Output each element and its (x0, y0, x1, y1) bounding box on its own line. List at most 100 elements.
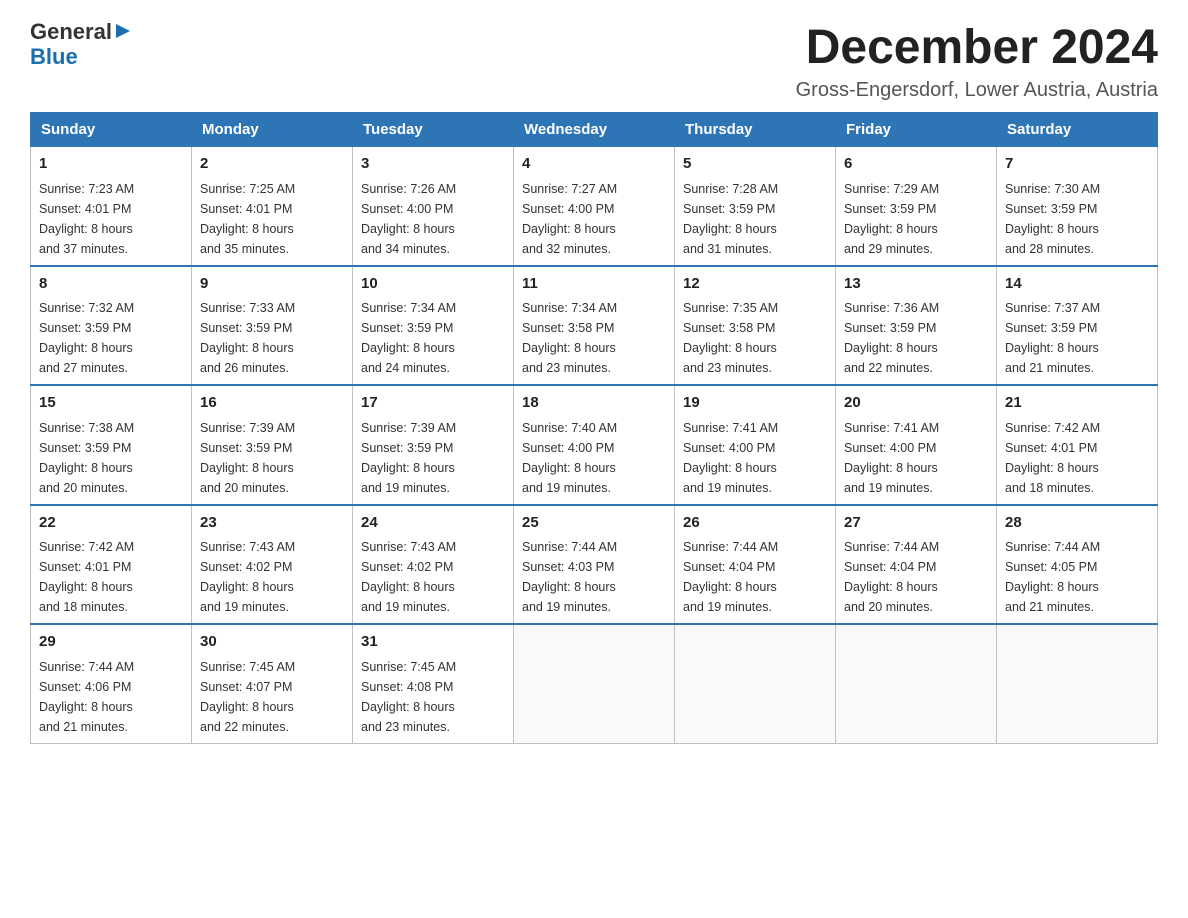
day-info: Sunrise: 7:41 AM Sunset: 4:00 PM Dayligh… (844, 418, 988, 498)
calendar-week-row: 8 Sunrise: 7:32 AM Sunset: 3:59 PM Dayli… (31, 266, 1158, 386)
day-number: 11 (522, 273, 666, 296)
day-info: Sunrise: 7:43 AM Sunset: 4:02 PM Dayligh… (361, 537, 505, 617)
day-number: 22 (39, 512, 183, 535)
day-info: Sunrise: 7:38 AM Sunset: 3:59 PM Dayligh… (39, 418, 183, 498)
day-number: 17 (361, 392, 505, 415)
table-row: 19 Sunrise: 7:41 AM Sunset: 4:00 PM Dayl… (675, 385, 836, 505)
day-number: 24 (361, 512, 505, 535)
day-number: 12 (683, 273, 827, 296)
table-row: 14 Sunrise: 7:37 AM Sunset: 3:59 PM Dayl… (997, 266, 1158, 386)
day-number: 9 (200, 273, 344, 296)
day-number: 26 (683, 512, 827, 535)
calendar-week-row: 29 Sunrise: 7:44 AM Sunset: 4:06 PM Dayl… (31, 624, 1158, 743)
day-info: Sunrise: 7:41 AM Sunset: 4:00 PM Dayligh… (683, 418, 827, 498)
title-block: December 2024 Gross-Engersdorf, Lower Au… (796, 20, 1158, 102)
day-info: Sunrise: 7:45 AM Sunset: 4:07 PM Dayligh… (200, 657, 344, 737)
day-info: Sunrise: 7:43 AM Sunset: 4:02 PM Dayligh… (200, 537, 344, 617)
table-row: 20 Sunrise: 7:41 AM Sunset: 4:00 PM Dayl… (836, 385, 997, 505)
day-info: Sunrise: 7:25 AM Sunset: 4:01 PM Dayligh… (200, 179, 344, 259)
day-info: Sunrise: 7:39 AM Sunset: 3:59 PM Dayligh… (200, 418, 344, 498)
table-row: 8 Sunrise: 7:32 AM Sunset: 3:59 PM Dayli… (31, 266, 192, 386)
calendar-week-row: 22 Sunrise: 7:42 AM Sunset: 4:01 PM Dayl… (31, 505, 1158, 625)
table-row: 22 Sunrise: 7:42 AM Sunset: 4:01 PM Dayl… (31, 505, 192, 625)
table-row: 5 Sunrise: 7:28 AM Sunset: 3:59 PM Dayli… (675, 147, 836, 266)
table-row: 23 Sunrise: 7:43 AM Sunset: 4:02 PM Dayl… (192, 505, 353, 625)
table-row: 2 Sunrise: 7:25 AM Sunset: 4:01 PM Dayli… (192, 147, 353, 266)
day-number: 31 (361, 631, 505, 654)
day-info: Sunrise: 7:34 AM Sunset: 3:58 PM Dayligh… (522, 298, 666, 378)
day-info: Sunrise: 7:29 AM Sunset: 3:59 PM Dayligh… (844, 179, 988, 259)
table-row: 27 Sunrise: 7:44 AM Sunset: 4:04 PM Dayl… (836, 505, 997, 625)
header-friday: Friday (836, 113, 997, 147)
table-row: 30 Sunrise: 7:45 AM Sunset: 4:07 PM Dayl… (192, 624, 353, 743)
day-info: Sunrise: 7:34 AM Sunset: 3:59 PM Dayligh… (361, 298, 505, 378)
table-row (997, 624, 1158, 743)
calendar-header-row: Sunday Monday Tuesday Wednesday Thursday… (31, 113, 1158, 147)
day-number: 18 (522, 392, 666, 415)
day-number: 2 (200, 153, 344, 176)
day-info: Sunrise: 7:44 AM Sunset: 4:06 PM Dayligh… (39, 657, 183, 737)
calendar-week-row: 15 Sunrise: 7:38 AM Sunset: 3:59 PM Dayl… (31, 385, 1158, 505)
table-row: 9 Sunrise: 7:33 AM Sunset: 3:59 PM Dayli… (192, 266, 353, 386)
day-info: Sunrise: 7:45 AM Sunset: 4:08 PM Dayligh… (361, 657, 505, 737)
table-row: 10 Sunrise: 7:34 AM Sunset: 3:59 PM Dayl… (353, 266, 514, 386)
day-number: 15 (39, 392, 183, 415)
day-number: 19 (683, 392, 827, 415)
table-row: 4 Sunrise: 7:27 AM Sunset: 4:00 PM Dayli… (514, 147, 675, 266)
calendar-table: Sunday Monday Tuesday Wednesday Thursday… (30, 112, 1158, 744)
header-saturday: Saturday (997, 113, 1158, 147)
day-info: Sunrise: 7:39 AM Sunset: 3:59 PM Dayligh… (361, 418, 505, 498)
day-number: 14 (1005, 273, 1149, 296)
table-row: 11 Sunrise: 7:34 AM Sunset: 3:58 PM Dayl… (514, 266, 675, 386)
calendar-title: December 2024 (796, 20, 1158, 75)
day-info: Sunrise: 7:42 AM Sunset: 4:01 PM Dayligh… (1005, 418, 1149, 498)
day-info: Sunrise: 7:26 AM Sunset: 4:00 PM Dayligh… (361, 179, 505, 259)
table-row: 25 Sunrise: 7:44 AM Sunset: 4:03 PM Dayl… (514, 505, 675, 625)
day-info: Sunrise: 7:44 AM Sunset: 4:03 PM Dayligh… (522, 537, 666, 617)
day-number: 1 (39, 153, 183, 176)
table-row: 6 Sunrise: 7:29 AM Sunset: 3:59 PM Dayli… (836, 147, 997, 266)
table-row: 31 Sunrise: 7:45 AM Sunset: 4:08 PM Dayl… (353, 624, 514, 743)
calendar-week-row: 1 Sunrise: 7:23 AM Sunset: 4:01 PM Dayli… (31, 147, 1158, 266)
page-header: General Blue December 2024 Gross-Engersd… (30, 20, 1158, 102)
day-number: 30 (200, 631, 344, 654)
day-number: 20 (844, 392, 988, 415)
table-row (514, 624, 675, 743)
logo-general: General (30, 20, 112, 44)
day-info: Sunrise: 7:23 AM Sunset: 4:01 PM Dayligh… (39, 179, 183, 259)
day-number: 23 (200, 512, 344, 535)
header-thursday: Thursday (675, 113, 836, 147)
day-number: 10 (361, 273, 505, 296)
day-number: 13 (844, 273, 988, 296)
table-row (836, 624, 997, 743)
header-wednesday: Wednesday (514, 113, 675, 147)
day-info: Sunrise: 7:28 AM Sunset: 3:59 PM Dayligh… (683, 179, 827, 259)
table-row: 16 Sunrise: 7:39 AM Sunset: 3:59 PM Dayl… (192, 385, 353, 505)
table-row: 1 Sunrise: 7:23 AM Sunset: 4:01 PM Dayli… (31, 147, 192, 266)
table-row: 17 Sunrise: 7:39 AM Sunset: 3:59 PM Dayl… (353, 385, 514, 505)
day-info: Sunrise: 7:37 AM Sunset: 3:59 PM Dayligh… (1005, 298, 1149, 378)
day-info: Sunrise: 7:35 AM Sunset: 3:58 PM Dayligh… (683, 298, 827, 378)
day-number: 7 (1005, 153, 1149, 176)
table-row: 29 Sunrise: 7:44 AM Sunset: 4:06 PM Dayl… (31, 624, 192, 743)
day-info: Sunrise: 7:40 AM Sunset: 4:00 PM Dayligh… (522, 418, 666, 498)
table-row (675, 624, 836, 743)
day-number: 16 (200, 392, 344, 415)
logo-blue: Blue (30, 45, 134, 69)
calendar-subtitle: Gross-Engersdorf, Lower Austria, Austria (796, 79, 1158, 102)
table-row: 13 Sunrise: 7:36 AM Sunset: 3:59 PM Dayl… (836, 266, 997, 386)
day-info: Sunrise: 7:44 AM Sunset: 4:04 PM Dayligh… (683, 537, 827, 617)
header-tuesday: Tuesday (353, 113, 514, 147)
table-row: 28 Sunrise: 7:44 AM Sunset: 4:05 PM Dayl… (997, 505, 1158, 625)
header-monday: Monday (192, 113, 353, 147)
day-info: Sunrise: 7:44 AM Sunset: 4:05 PM Dayligh… (1005, 537, 1149, 617)
day-info: Sunrise: 7:36 AM Sunset: 3:59 PM Dayligh… (844, 298, 988, 378)
table-row: 24 Sunrise: 7:43 AM Sunset: 4:02 PM Dayl… (353, 505, 514, 625)
day-info: Sunrise: 7:33 AM Sunset: 3:59 PM Dayligh… (200, 298, 344, 378)
day-number: 29 (39, 631, 183, 654)
table-row: 15 Sunrise: 7:38 AM Sunset: 3:59 PM Dayl… (31, 385, 192, 505)
day-number: 25 (522, 512, 666, 535)
day-info: Sunrise: 7:42 AM Sunset: 4:01 PM Dayligh… (39, 537, 183, 617)
table-row: 18 Sunrise: 7:40 AM Sunset: 4:00 PM Dayl… (514, 385, 675, 505)
day-number: 6 (844, 153, 988, 176)
